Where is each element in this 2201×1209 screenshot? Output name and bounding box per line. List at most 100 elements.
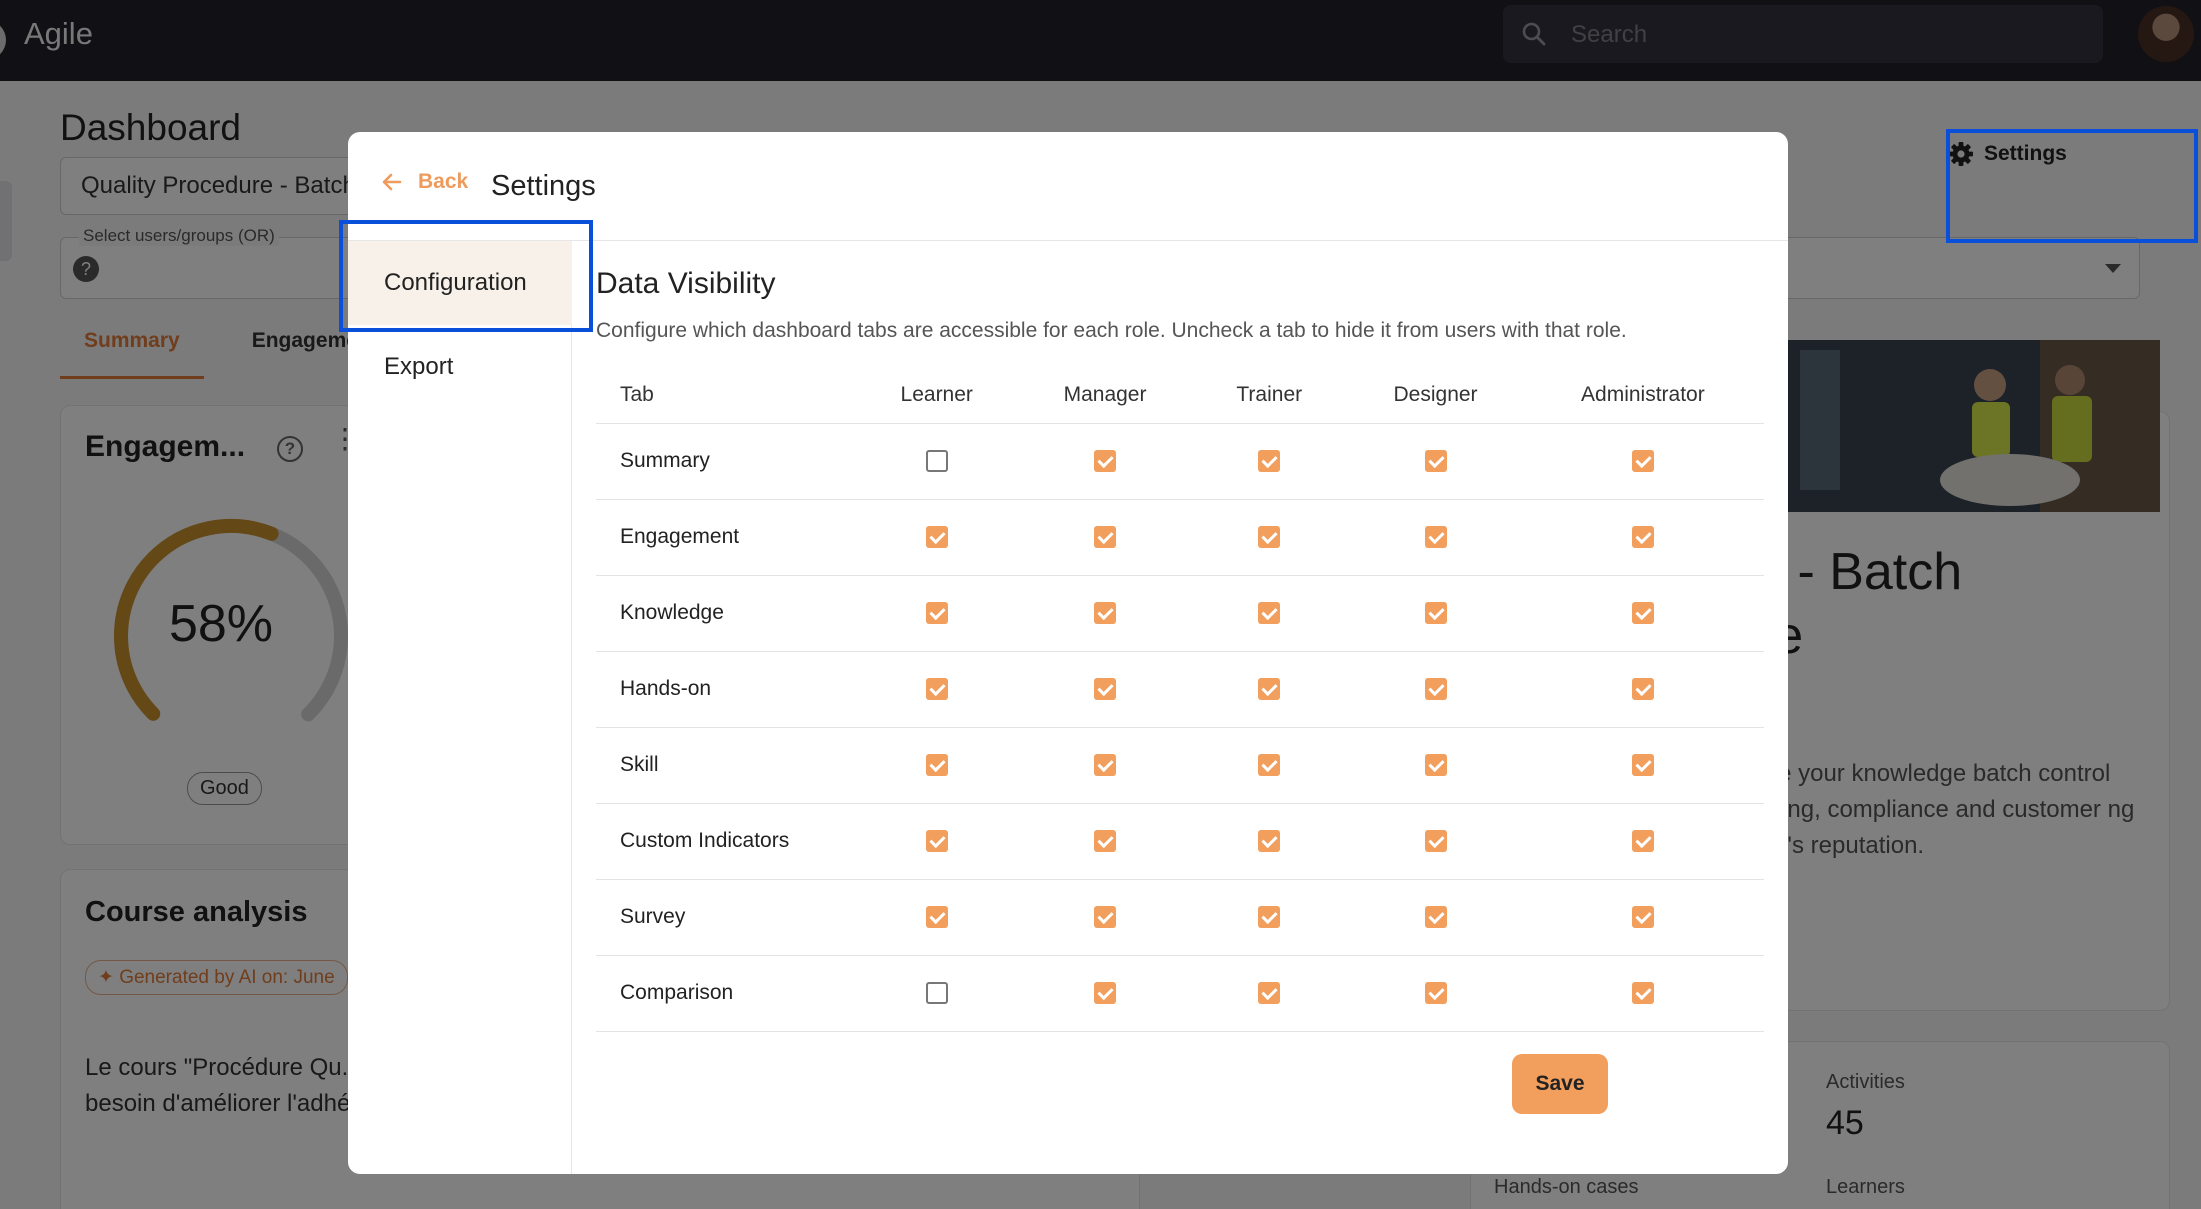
configuration-panel: Data Visibility Configure which dashboar… (572, 241, 1788, 1174)
column-header-learner: Learner (852, 367, 1021, 424)
checkbox-cell (1349, 651, 1522, 728)
checkbox-trainer[interactable] (1258, 906, 1281, 929)
checkbox-cell (1189, 803, 1350, 880)
checkbox-cell (852, 423, 1021, 500)
checkbox-cell (1349, 499, 1522, 576)
checkbox-administrator[interactable] (1631, 982, 1654, 1005)
checkbox-trainer[interactable] (1258, 982, 1281, 1005)
checkbox-designer[interactable] (1424, 830, 1447, 853)
checkbox-cell (1521, 803, 1764, 880)
checkbox-manager[interactable] (1094, 754, 1117, 777)
checkbox-administrator[interactable] (1631, 906, 1654, 929)
checkbox-designer[interactable] (1424, 982, 1447, 1005)
visibility-table-body: Summary Engagement Knowledge Hands-on Skill C… (596, 423, 1764, 1032)
checkbox-cell (852, 651, 1021, 728)
back-button[interactable]: Back (380, 170, 468, 194)
checkbox-cell (1189, 499, 1350, 576)
checkbox-designer[interactable] (1424, 906, 1447, 929)
checkbox-manager[interactable] (1094, 830, 1117, 853)
checkbox-administrator[interactable] (1631, 754, 1654, 777)
checkbox-learner[interactable] (925, 982, 948, 1005)
checkbox-manager[interactable] (1094, 450, 1117, 473)
checkbox-administrator[interactable] (1631, 526, 1654, 549)
visibility-table: Tab Learner Manager Trainer Designer Adm… (596, 367, 1764, 1032)
tab-name-cell: Knowledge (596, 575, 853, 652)
checkbox-manager[interactable] (1094, 906, 1117, 929)
checkbox-cell (852, 803, 1021, 880)
table-row: Summary (596, 423, 1764, 500)
checkbox-trainer[interactable] (1258, 754, 1281, 777)
section-title: Data Visibility (596, 267, 776, 300)
checkbox-cell (1189, 575, 1350, 652)
checkbox-designer[interactable] (1424, 754, 1447, 777)
checkbox-designer[interactable] (1424, 678, 1447, 701)
checkbox-learner[interactable] (925, 678, 948, 701)
checkbox-cell (1521, 423, 1764, 500)
checkbox-cell (1521, 727, 1764, 804)
checkbox-trainer[interactable] (1258, 602, 1281, 625)
checkbox-cell (1349, 727, 1522, 804)
checkbox-learner[interactable] (925, 602, 948, 625)
tab-name-cell: Custom Indicators (596, 803, 853, 880)
table-row: Skill (596, 727, 1764, 804)
checkbox-cell (1349, 423, 1522, 500)
checkbox-designer[interactable] (1424, 602, 1447, 625)
checkbox-learner[interactable] (925, 526, 948, 549)
checkbox-cell (1189, 955, 1350, 1032)
checkbox-trainer[interactable] (1258, 678, 1281, 701)
checkbox-cell (1020, 803, 1190, 880)
checkbox-cell (1189, 879, 1350, 956)
checkbox-cell (852, 955, 1021, 1032)
back-label: Back (418, 170, 469, 193)
checkbox-cell (1020, 879, 1190, 956)
checkbox-learner[interactable] (925, 450, 948, 473)
checkbox-administrator[interactable] (1631, 830, 1654, 853)
checkbox-cell (1189, 727, 1350, 804)
settings-highlight (1946, 129, 2198, 243)
tab-name-cell: Comparison (596, 955, 853, 1032)
checkbox-designer[interactable] (1424, 450, 1447, 473)
checkbox-learner[interactable] (925, 754, 948, 777)
checkbox-cell (1020, 423, 1190, 500)
checkbox-learner[interactable] (925, 830, 948, 853)
section-description: Configure which dashboard tabs are acces… (596, 319, 1627, 342)
table-row: Custom Indicators (596, 803, 1764, 880)
tab-name-cell: Summary (596, 423, 853, 500)
arrow-left-icon (382, 173, 402, 191)
nav-export[interactable]: Export (348, 325, 572, 409)
checkbox-administrator[interactable] (1631, 450, 1654, 473)
checkbox-administrator[interactable] (1631, 602, 1654, 625)
settings-nav: Configuration Export (348, 241, 572, 1174)
checkbox-administrator[interactable] (1631, 678, 1654, 701)
checkbox-manager[interactable] (1094, 526, 1117, 549)
tab-name-cell: Skill (596, 727, 853, 804)
checkbox-cell (852, 499, 1021, 576)
checkbox-cell (1521, 575, 1764, 652)
checkbox-cell (852, 879, 1021, 956)
checkbox-cell (852, 727, 1021, 804)
dialog-title: Settings (491, 170, 596, 202)
checkbox-manager[interactable] (1094, 982, 1117, 1005)
table-row: Engagement (596, 499, 1764, 576)
checkbox-cell (1349, 955, 1522, 1032)
column-header-designer: Designer (1349, 367, 1522, 424)
checkbox-trainer[interactable] (1258, 450, 1281, 473)
checkbox-cell (1020, 499, 1190, 576)
table-row: Hands-on (596, 651, 1764, 728)
column-header-trainer: Trainer (1189, 367, 1350, 424)
table-header-row: Tab Learner Manager Trainer Designer Adm… (596, 367, 1764, 424)
configuration-highlight (339, 220, 593, 332)
checkbox-cell (1521, 499, 1764, 576)
tab-name-cell: Hands-on (596, 651, 853, 728)
save-button[interactable]: Save (1512, 1054, 1608, 1114)
checkbox-trainer[interactable] (1258, 526, 1281, 549)
checkbox-cell (1521, 955, 1764, 1032)
checkbox-designer[interactable] (1424, 526, 1447, 549)
checkbox-manager[interactable] (1094, 602, 1117, 625)
checkbox-learner[interactable] (925, 906, 948, 929)
checkbox-manager[interactable] (1094, 678, 1117, 701)
checkbox-cell (1020, 727, 1190, 804)
column-header-tab: Tab (596, 367, 853, 424)
checkbox-trainer[interactable] (1258, 830, 1281, 853)
tab-name-cell: Survey (596, 879, 853, 956)
